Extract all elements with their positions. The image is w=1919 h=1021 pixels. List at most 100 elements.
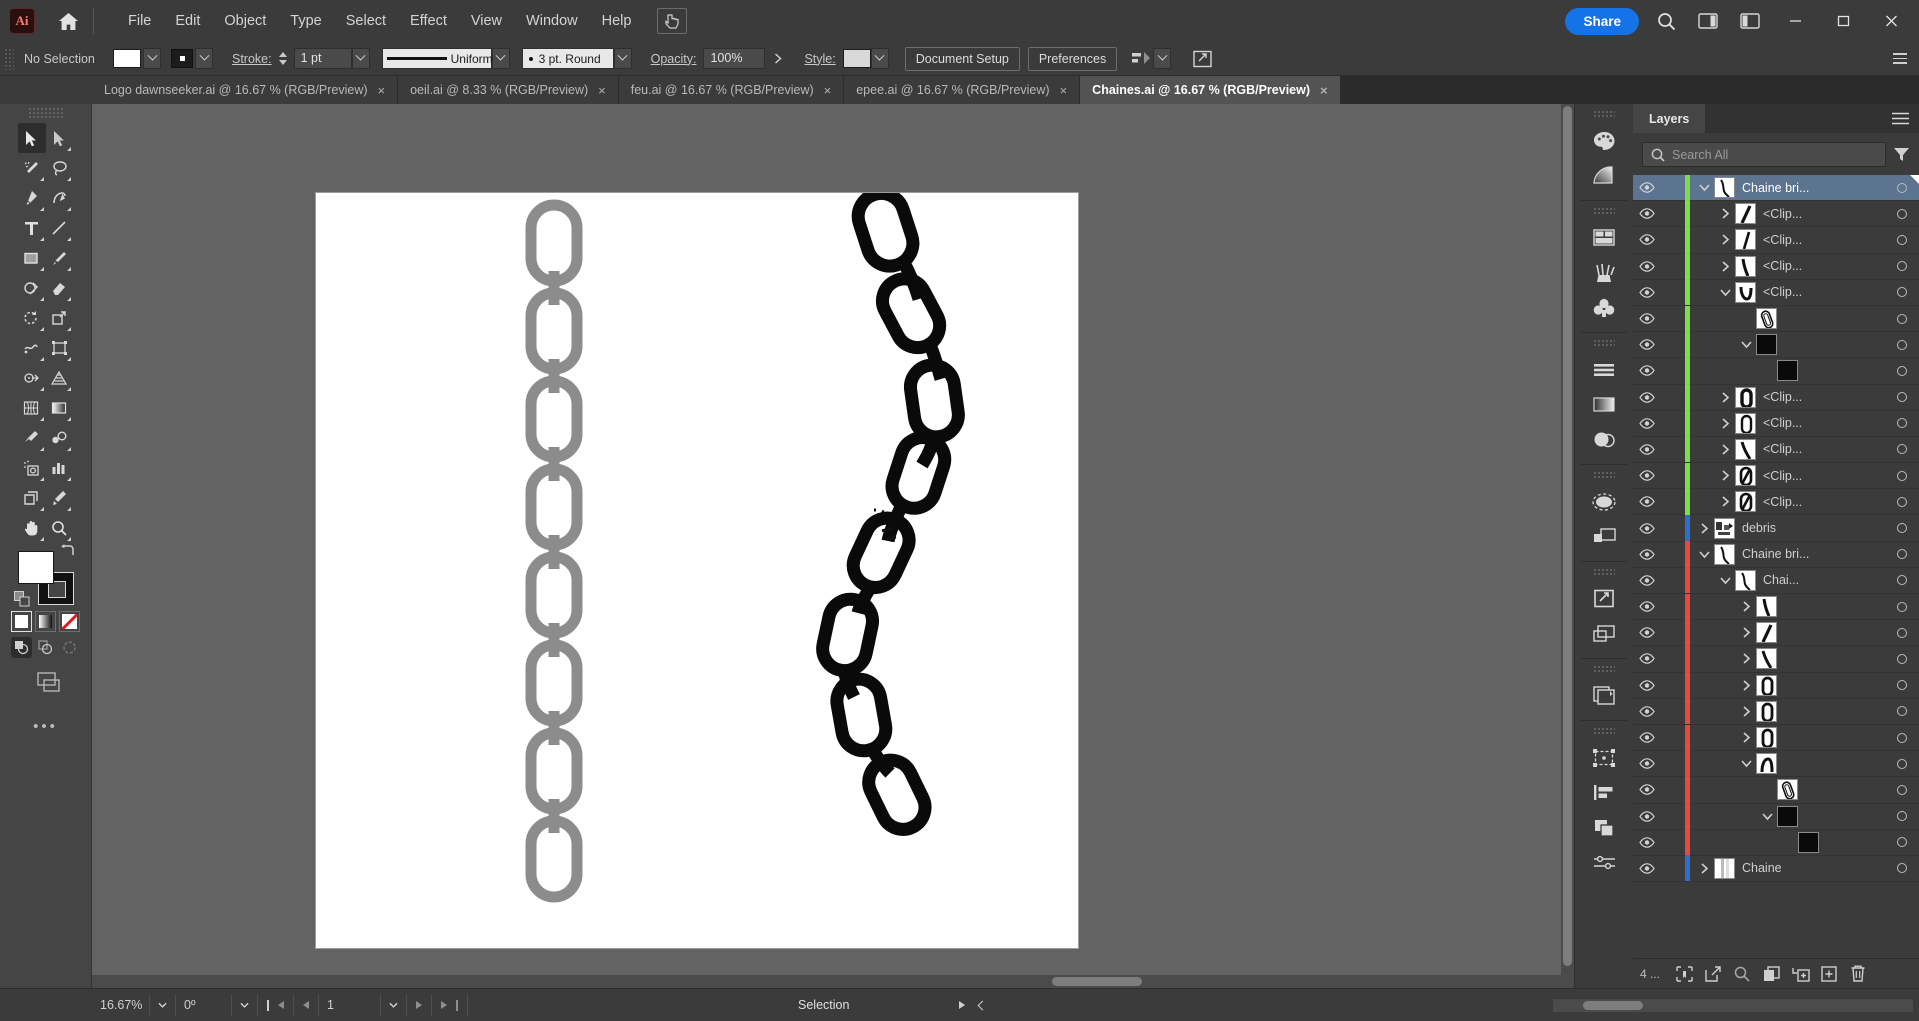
menu-item-help[interactable]: Help — [590, 8, 644, 34]
delete-selection-icon[interactable] — [1845, 962, 1871, 986]
layer-target-indicator[interactable] — [1885, 470, 1919, 481]
artboard-last-button[interactable] — [432, 994, 468, 1016]
layer-row[interactable]: Chai... — [1633, 567, 1919, 594]
align-dropdown-icon[interactable] — [1153, 48, 1172, 69]
layer-disclosure-triangle-icon[interactable] — [1715, 470, 1735, 481]
layer-target-indicator[interactable] — [1885, 549, 1919, 560]
column-graph-tool[interactable] — [46, 453, 74, 483]
zoom-dropdown-icon[interactable] — [150, 994, 176, 1016]
menu-item-type[interactable]: Type — [278, 8, 333, 34]
create-new-layer-icon[interactable] — [1816, 962, 1842, 986]
document-setup-button[interactable]: Document Setup — [904, 46, 1020, 71]
appearance-icon[interactable] — [1575, 484, 1633, 519]
menu-item-select[interactable]: Select — [334, 8, 398, 34]
menu-item-view[interactable]: View — [459, 8, 514, 34]
status-scrollbar[interactable] — [1553, 998, 1913, 1012]
layers-filter-icon[interactable] — [1893, 147, 1910, 163]
home-icon[interactable] — [51, 6, 85, 36]
stroke-weight-dropdown-icon[interactable] — [351, 48, 370, 69]
layer-visibility-icon[interactable] — [1633, 836, 1661, 848]
align-panel-icon[interactable] — [1575, 775, 1633, 810]
control-bar-menu-icon[interactable] — [1893, 53, 1907, 64]
layer-visibility-icon[interactable] — [1633, 287, 1661, 298]
layer-target-indicator[interactable] — [1885, 287, 1919, 298]
layer-disclosure-triangle-icon[interactable] — [1736, 759, 1756, 768]
layer-visibility-icon[interactable] — [1633, 575, 1661, 586]
align-stroke-icon[interactable] — [1575, 352, 1633, 387]
layer-row[interactable] — [1633, 357, 1919, 385]
layer-target-indicator[interactable] — [1885, 182, 1919, 193]
layer-target-indicator[interactable] — [1885, 496, 1919, 507]
eyedropper-tool[interactable] — [18, 423, 46, 453]
scale-tool[interactable] — [46, 303, 74, 333]
layer-disclosure-triangle-icon[interactable] — [1715, 418, 1735, 429]
layer-target-indicator[interactable] — [1885, 418, 1919, 429]
layer-target-indicator[interactable] — [1885, 653, 1919, 664]
layer-visibility-icon[interactable] — [1633, 810, 1661, 822]
artboard-tool[interactable] — [18, 483, 46, 513]
layer-row[interactable]: debris — [1633, 515, 1919, 542]
screen-mode-button[interactable] — [0, 670, 91, 696]
layer-row[interactable] — [1633, 829, 1919, 856]
layer-row[interactable]: <Clip... — [1633, 462, 1919, 490]
stroke-weight-field[interactable]: 1 pt — [293, 48, 352, 69]
stroke-profile-dropdown-icon[interactable] — [491, 48, 510, 69]
stroke-dropdown-icon[interactable] — [195, 48, 213, 69]
layer-target-indicator[interactable] — [1885, 758, 1919, 769]
swap-fill-stroke-icon[interactable] — [60, 544, 76, 558]
pathfinder-icon[interactable] — [1575, 810, 1633, 845]
type-tool[interactable] — [18, 213, 46, 243]
layer-visibility-icon[interactable] — [1633, 391, 1661, 403]
opacity-label[interactable]: Opacity: — [644, 52, 704, 66]
layer-target-indicator[interactable] — [1885, 444, 1919, 455]
layer-row[interactable] — [1633, 305, 1919, 333]
layer-target-indicator[interactable] — [1885, 784, 1919, 795]
layer-row[interactable]: <Clip... — [1633, 436, 1919, 464]
style-dropdown-icon[interactable] — [870, 48, 889, 69]
layer-target-indicator[interactable] — [1885, 523, 1919, 534]
layer-row[interactable] — [1633, 803, 1919, 830]
layer-disclosure-triangle-icon[interactable] — [1736, 653, 1756, 665]
asset-export-icon[interactable] — [1575, 678, 1633, 713]
shaper-tool[interactable] — [18, 273, 46, 303]
align-to-icon[interactable] — [1131, 50, 1151, 67]
dock-grip[interactable] — [1593, 339, 1615, 348]
close-tab-icon[interactable]: × — [1320, 84, 1328, 97]
layer-target-indicator[interactable] — [1885, 680, 1919, 691]
layer-visibility-icon[interactable] — [1633, 182, 1661, 193]
layer-disclosure-triangle-icon[interactable] — [1736, 706, 1756, 717]
artboard-dropdown-icon[interactable] — [381, 994, 407, 1016]
status-expand-arrow[interactable] — [959, 1001, 966, 1009]
layer-disclosure-triangle-icon[interactable] — [1715, 444, 1735, 455]
layer-target-indicator[interactable] — [1885, 208, 1919, 219]
search-layer-icon[interactable] — [1729, 962, 1755, 986]
opacity-field[interactable]: 100% — [703, 48, 766, 69]
color-fill-button[interactable] — [11, 611, 32, 632]
menu-item-edit[interactable]: Edit — [163, 8, 212, 34]
layer-target-indicator[interactable] — [1885, 575, 1919, 586]
layer-row[interactable]: <Clip... — [1633, 279, 1919, 306]
share-button[interactable]: Share — [1565, 7, 1639, 35]
layer-target-indicator[interactable] — [1885, 313, 1919, 324]
layer-target-indicator[interactable] — [1885, 392, 1919, 403]
control-bar-grip[interactable] — [4, 47, 14, 70]
close-tab-icon[interactable]: × — [598, 84, 606, 97]
panel-toggle-icon[interactable] — [1735, 6, 1765, 36]
rotation-field[interactable]: 0º — [176, 994, 232, 1016]
layer-target-indicator[interactable] — [1885, 811, 1919, 822]
shape-builder-tool[interactable] — [18, 363, 46, 393]
preferences-button[interactable]: Preferences — [1027, 46, 1118, 71]
layer-visibility-icon[interactable] — [1633, 208, 1661, 220]
collect-in-new-layer-icon[interactable] — [1758, 962, 1784, 986]
graphic-style-swatch[interactable] — [842, 49, 871, 68]
stroke-label[interactable]: Stroke: — [225, 52, 279, 66]
zoom-level-field[interactable]: 16.67% — [92, 994, 150, 1016]
layer-visibility-icon[interactable] — [1633, 758, 1661, 770]
pen-tool[interactable] — [18, 183, 46, 213]
canvas-area[interactable] — [92, 104, 1574, 988]
layer-target-indicator[interactable] — [1885, 261, 1919, 272]
create-new-sublayer-icon[interactable] — [1787, 962, 1813, 986]
layer-visibility-icon[interactable] — [1633, 863, 1661, 874]
layer-target-indicator[interactable] — [1885, 837, 1919, 848]
paintbrush-tool[interactable] — [46, 243, 74, 273]
